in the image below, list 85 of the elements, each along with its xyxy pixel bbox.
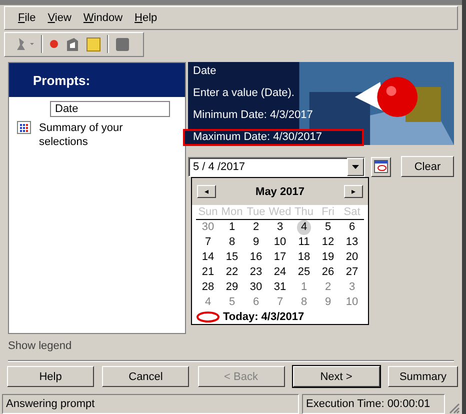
caret-icon: [352, 164, 359, 169]
date-value: 5 / 4 /2017: [193, 160, 245, 173]
document-icon[interactable]: [65, 36, 80, 52]
calendar-day[interactable]: 2: [320, 280, 336, 296]
date-field[interactable]: 5 / 4 /2017: [188, 156, 365, 177]
calendar-day[interactable]: 4: [296, 220, 312, 236]
calendar-day[interactable]: 16: [246, 250, 266, 266]
clear-button[interactable]: Clear: [401, 156, 454, 178]
weekday-label: Sun: [196, 205, 220, 220]
tool-icon[interactable]: [15, 36, 35, 52]
info-text: Date: [192, 64, 218, 80]
calendar-day[interactable]: 28: [198, 280, 218, 296]
grid-icon: [17, 121, 31, 134]
calendar-day[interactable]: 5: [224, 295, 240, 310]
calendar-button[interactable]: [371, 156, 391, 177]
weekday-label: Fri: [316, 205, 340, 220]
weekday-label: Sat: [340, 205, 364, 220]
dialog-button[interactable]: Help: [7, 366, 94, 388]
page-icon[interactable]: [115, 36, 130, 52]
month-title: May 2017: [256, 186, 304, 198]
calendar-day[interactable]: 1: [296, 280, 312, 296]
calendar-day[interactable]: 1: [224, 220, 240, 236]
calendar-day[interactable]: 30: [246, 280, 266, 296]
calendar-day[interactable]: 8: [296, 295, 312, 310]
circle-icon: [196, 311, 220, 324]
note-icon[interactable]: [86, 36, 101, 52]
calendar-day[interactable]: 25: [294, 265, 314, 280]
status-message: Answering prompt: [2, 394, 299, 414]
calendar-day[interactable]: 6: [248, 295, 264, 310]
calendar-day[interactable]: 31: [270, 280, 290, 296]
calendar-day[interactable]: 27: [342, 265, 362, 280]
calendar-day[interactable]: 8: [224, 235, 240, 250]
calendar-day[interactable]: 29: [222, 280, 242, 296]
calendar-day[interactable]: 19: [318, 250, 338, 266]
info-text: Minimum Date: 4/3/2017: [192, 108, 314, 124]
calendar-day[interactable]: 21: [198, 265, 218, 280]
weekday-label: Thu: [292, 205, 316, 220]
calendar-day[interactable]: 10: [342, 295, 362, 310]
calendar-day[interactable]: 6: [344, 220, 360, 236]
calendar-day[interactable]: 22: [222, 265, 242, 280]
menu-item[interactable]: File: [13, 12, 41, 24]
calendar-day[interactable]: 7: [272, 295, 288, 310]
calendar-day[interactable]: 17: [270, 250, 290, 266]
prompt-item[interactable]: Date: [50, 101, 170, 118]
calendar-day[interactable]: 4: [200, 295, 216, 310]
info-text: Maximum Date: 4/30/2017: [183, 129, 364, 146]
panel-title: Prompts:: [9, 63, 185, 98]
dropdown-button[interactable]: [347, 158, 364, 176]
info-text: Enter a value (Date).: [192, 86, 296, 102]
prompt-item[interactable]: Summary of your selections: [39, 121, 139, 150]
calendar-day[interactable]: 20: [342, 250, 362, 266]
calendar-day[interactable]: 9: [320, 295, 336, 310]
record-icon[interactable]: [49, 39, 59, 50]
menu-item[interactable]: View: [42, 12, 76, 24]
dialog-button[interactable]: Summary: [388, 366, 458, 388]
calendar-day[interactable]: 23: [246, 265, 266, 280]
dialog-button[interactable]: Cancel: [102, 366, 190, 388]
calendar-day[interactable]: 10: [270, 235, 290, 250]
calendar-day[interactable]: 7: [200, 235, 216, 250]
show-legend-link[interactable]: Show legend: [8, 340, 72, 352]
calendar-day[interactable]: 5: [320, 220, 336, 236]
calendar-day[interactable]: 9: [248, 235, 264, 250]
dialog-button[interactable]: Next >: [292, 366, 380, 388]
calendar-day[interactable]: 26: [318, 265, 338, 280]
menu-item[interactable]: Window: [78, 12, 128, 24]
calendar-day[interactable]: 2: [248, 220, 264, 236]
calendar-day[interactable]: 3: [344, 280, 360, 296]
execution-time: Execution Time: 00:00:01: [302, 394, 445, 414]
next-month-button[interactable]: ▸: [344, 185, 363, 198]
weekday-label: Tue: [244, 205, 268, 220]
menu-item[interactable]: Help: [130, 12, 162, 24]
calendar-day[interactable]: 3: [272, 220, 288, 236]
today-label[interactable]: Today: 4/3/2017: [223, 311, 304, 324]
previous-month-button[interactable]: ◂: [197, 185, 216, 198]
weekday-label: Wed: [268, 205, 292, 220]
resize-grip-icon: [448, 402, 460, 414]
calendar-day[interactable]: 30: [198, 220, 218, 236]
calendar-day[interactable]: 18: [294, 250, 314, 266]
calendar-day[interactable]: 11: [294, 235, 314, 250]
calendar-day[interactable]: 15: [222, 250, 242, 266]
calendar-day[interactable]: 14: [198, 250, 218, 266]
weekday-label: Mon: [220, 205, 244, 220]
calendar-day[interactable]: 24: [270, 265, 290, 280]
calendar-day[interactable]: 13: [342, 235, 362, 250]
calendar-day[interactable]: 12: [318, 235, 338, 250]
